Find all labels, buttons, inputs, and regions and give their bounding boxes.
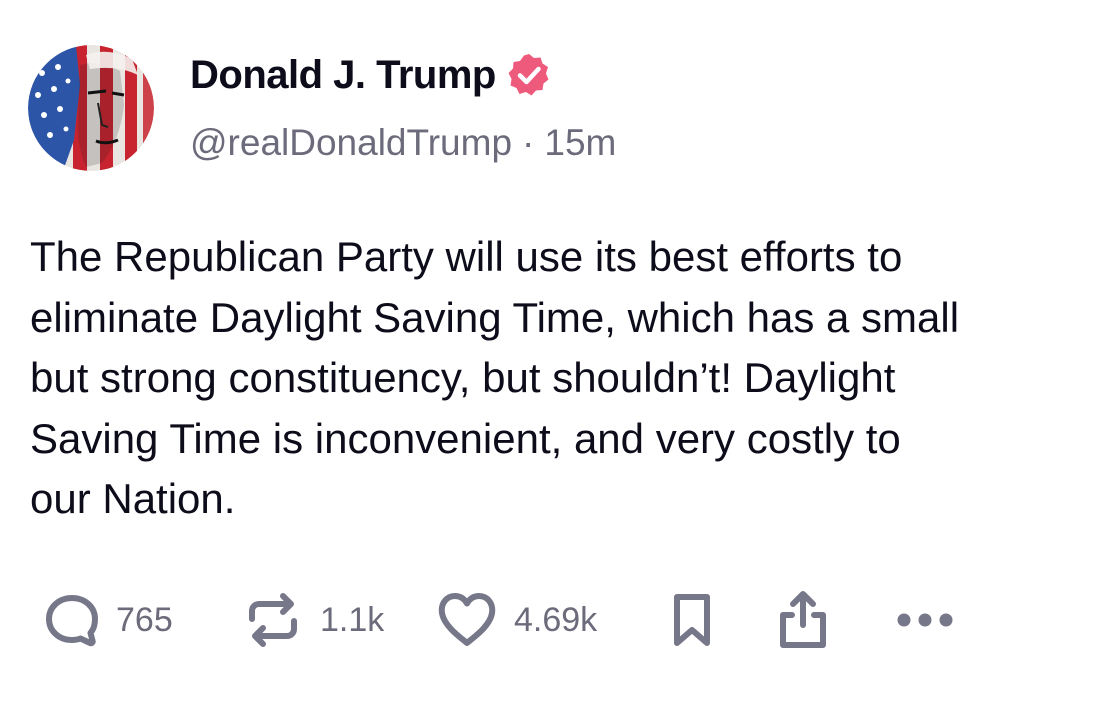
avatar[interactable] <box>28 45 154 171</box>
post-card[interactable]: Donald J. Trump @realDonaldTrump · 15m The… <box>0 0 1100 702</box>
bookmark-icon <box>670 591 714 649</box>
author-handle[interactable]: @realDonaldTrump <box>190 122 512 163</box>
heart-icon <box>436 591 498 649</box>
author-display-name[interactable]: Donald J. Trump <box>190 53 496 98</box>
repost-button[interactable]: 1.1k <box>242 590 384 650</box>
repost-count: 1.1k <box>320 600 385 639</box>
author-row: Donald J. Trump <box>190 50 552 100</box>
author-meta: @realDonaldTrump · 15m <box>190 122 616 164</box>
more-icon <box>892 605 958 635</box>
share-button[interactable] <box>776 590 830 650</box>
repost-icon <box>242 589 304 651</box>
verified-badge-icon <box>506 52 552 98</box>
like-button[interactable]: 4.69k <box>436 590 597 650</box>
more-options-button[interactable] <box>892 590 958 650</box>
reply-count: 765 <box>116 600 173 639</box>
share-icon <box>776 589 830 651</box>
bookmark-button[interactable] <box>670 590 714 650</box>
like-count: 4.69k <box>514 600 598 639</box>
post-timestamp[interactable]: 15m <box>544 122 616 163</box>
action-bar: 765 1.1k 4.69k <box>44 590 1044 650</box>
reply-icon <box>44 592 100 648</box>
post-text: The Republican Party will use its best e… <box>30 233 960 522</box>
reply-button[interactable]: 765 <box>44 590 173 650</box>
meta-separator: · <box>522 122 535 163</box>
avatar-image <box>28 45 154 171</box>
